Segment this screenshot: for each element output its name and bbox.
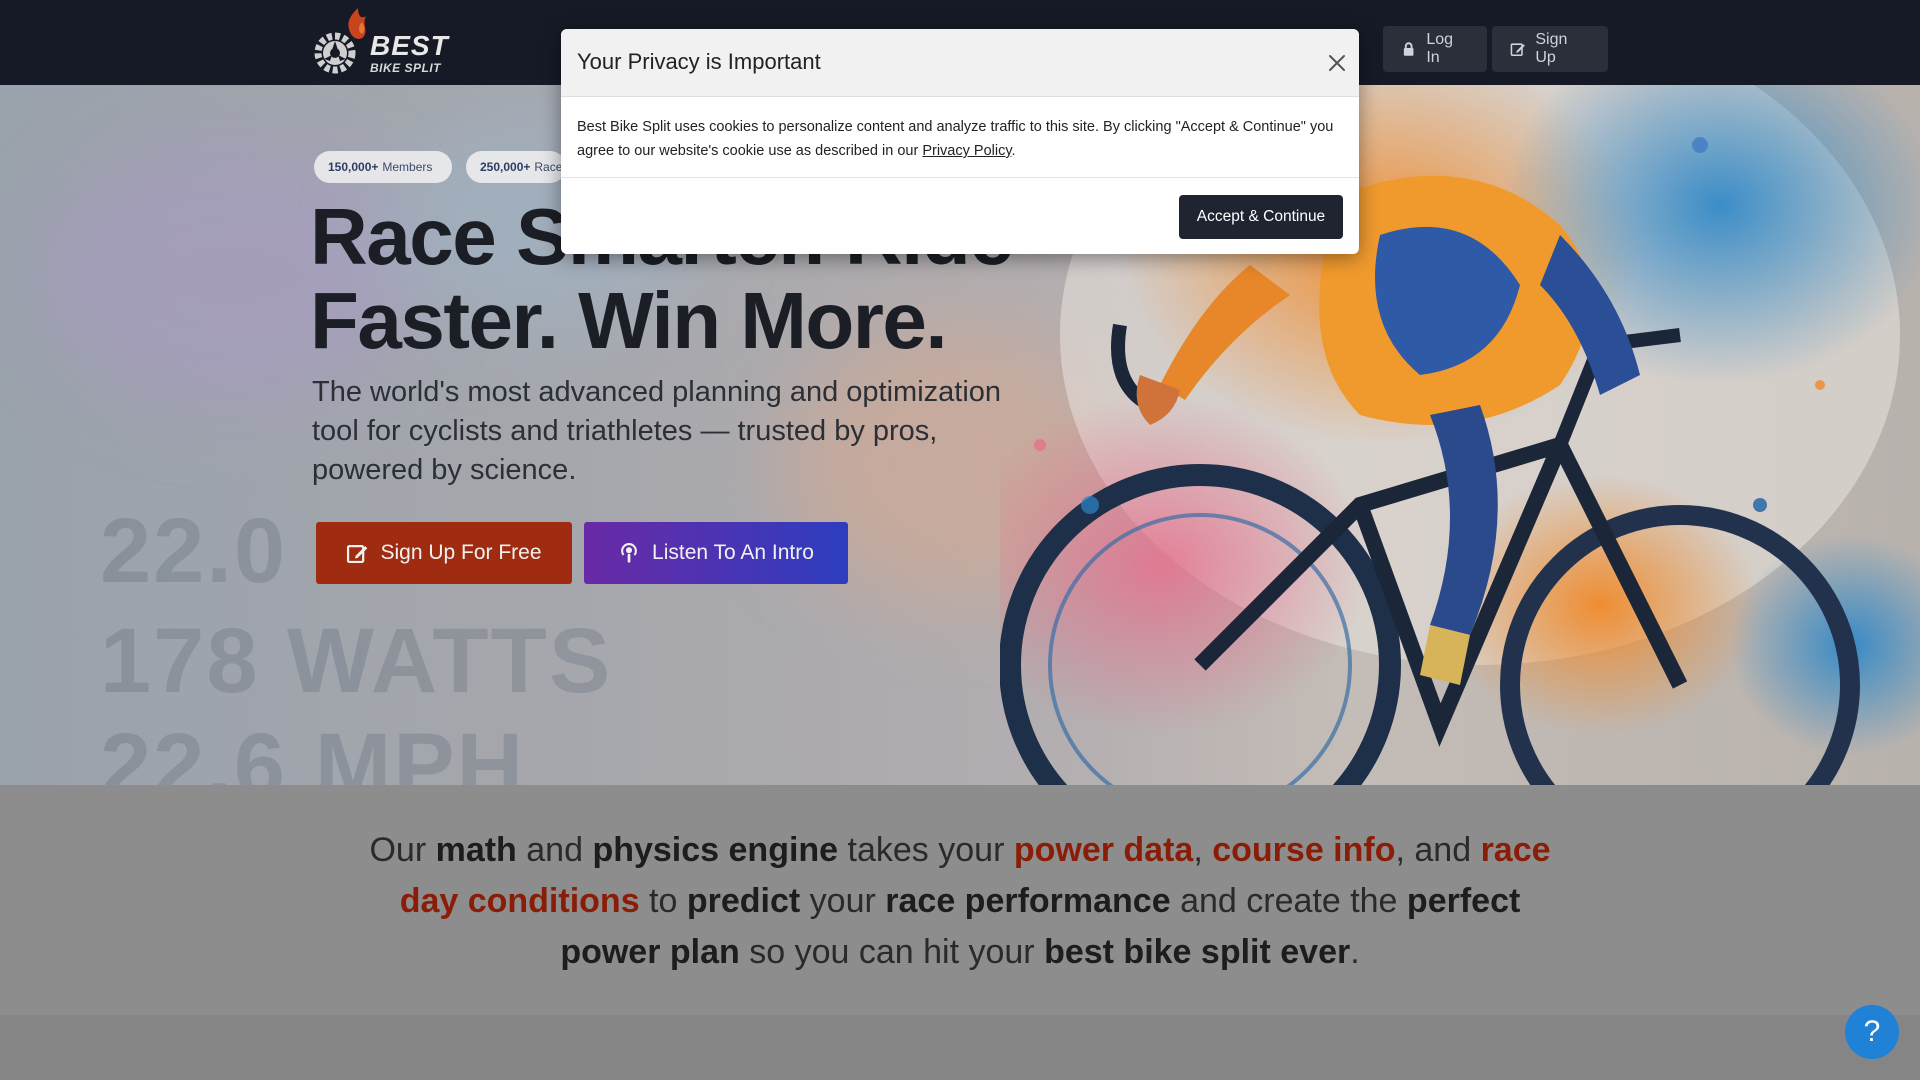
races-badge: 250,000+ Races — [466, 151, 566, 183]
close-icon[interactable] — [1324, 50, 1350, 76]
text-segment: , and — [1395, 831, 1481, 869]
logo-word: BEST — [370, 30, 449, 61]
logo-subtitle: BIKE SPLIT — [370, 61, 442, 75]
ghost-stat: 22.0 — [100, 500, 288, 602]
text-segment: . — [1350, 933, 1360, 971]
edit-icon — [1510, 43, 1525, 57]
logo[interactable]: BEST BIKE SPLIT — [310, 6, 456, 78]
bold-phrase: predict — [686, 882, 801, 920]
edit-icon — [347, 545, 368, 564]
text-segment: your — [800, 882, 886, 920]
modal-body: Best Bike Split uses cookies to personal… — [577, 115, 1337, 163]
bold-phrase: physics engine — [592, 831, 839, 869]
signup-label: Sign Up — [1535, 31, 1568, 66]
modal-title: Your Privacy is Important — [577, 49, 821, 74]
podcast-icon — [621, 543, 637, 563]
privacy-modal: Your Privacy is Important Best Bike Spli… — [561, 29, 1359, 254]
signup-free-label: Sign Up For Free — [380, 541, 542, 564]
bold-phrase: math — [435, 831, 517, 869]
listen-intro-label: Listen To An Intro — [652, 541, 814, 564]
login-button[interactable]: Log In — [1383, 26, 1487, 72]
badge-label: Members — [382, 160, 433, 174]
text-segment: and — [516, 831, 593, 869]
lock-icon — [1403, 42, 1414, 56]
login-label: Log In — [1426, 31, 1454, 66]
badge-count: 250,000+ — [480, 160, 531, 174]
modal-header: Your Privacy is Important — [561, 29, 1359, 97]
accept-continue-button[interactable]: Accept & Continue — [1179, 195, 1343, 239]
privacy-policy-link[interactable]: Privacy Policy — [922, 143, 1011, 159]
text-segment: takes your — [838, 831, 1014, 869]
text-segment: to — [639, 882, 687, 920]
bold-phrase: race performance — [885, 882, 1171, 920]
text-segment: , — [1193, 831, 1213, 869]
highlight-phrase: power data — [1013, 831, 1194, 869]
signup-button[interactable]: Sign Up — [1492, 26, 1608, 72]
modal-divider — [561, 177, 1359, 178]
badge-count: 150,000+ — [328, 160, 379, 174]
listen-intro-button[interactable]: Listen To An Intro — [584, 522, 848, 584]
ghost-stat: 22.6 MPH — [100, 715, 526, 785]
modal-body-end: . — [1011, 143, 1016, 159]
hero-subtitle: The world's most advanced planning and o… — [312, 376, 1002, 486]
highlight-phrase: course info — [1212, 831, 1396, 869]
bold-phrase: best bike split ever — [1044, 933, 1351, 971]
members-badge: 150,000+ Members — [314, 151, 452, 183]
info-text: Our math and physics engine takes your p… — [360, 825, 1560, 978]
ghost-stat: 178 WATTS — [100, 610, 613, 712]
text-segment: Our — [369, 831, 436, 869]
text-segment: so you can hit your — [739, 933, 1045, 971]
bottom-section — [0, 1015, 1920, 1080]
signup-free-button[interactable]: Sign Up For Free — [316, 522, 572, 584]
info-section: Our math and physics engine takes your p… — [0, 785, 1920, 1015]
text-segment: and create the — [1170, 882, 1407, 920]
help-button[interactable]: ? — [1845, 1005, 1899, 1059]
